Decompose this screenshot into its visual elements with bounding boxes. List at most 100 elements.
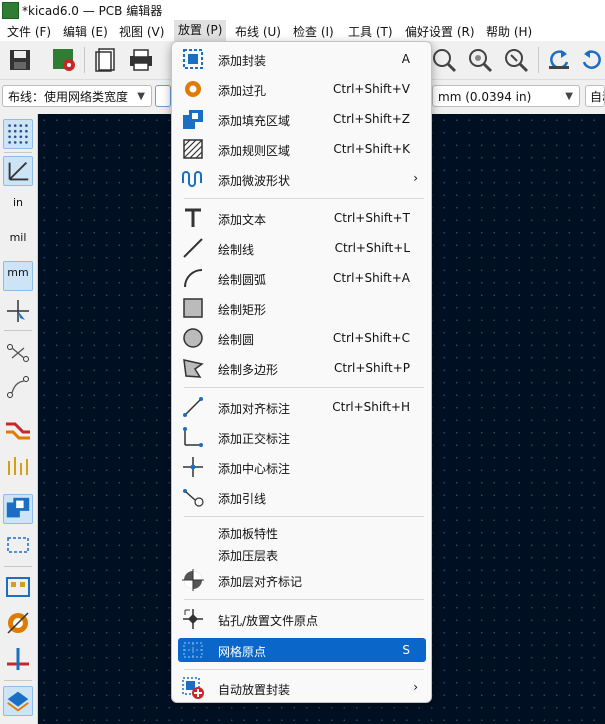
menu-item-add-leader[interactable]: 添加引线 — [178, 485, 426, 509]
track-display-icon[interactable] — [3, 414, 33, 444]
via-display-icon[interactable] — [3, 451, 33, 481]
units-mil-label: mil — [9, 231, 27, 244]
menu-help[interactable]: 帮助 (H) — [486, 23, 532, 40]
units-mm-button[interactable]: mm — [3, 261, 33, 291]
high-contrast-icon[interactable] — [3, 644, 33, 674]
menu-item-shortcut: A — [401, 52, 410, 66]
menu-item-shortcut: Ctrl+Shift+Z — [333, 112, 410, 126]
menu-item-draw-line[interactable]: 绘制线 Ctrl+Shift+L — [178, 236, 426, 260]
chevron-down-icon: ▼ — [137, 91, 145, 102]
zone-display-icon[interactable] — [3, 494, 33, 524]
menu-separator — [184, 599, 424, 600]
menu-view[interactable]: 视图 (V) — [119, 23, 164, 40]
menu-item-add-aligned-dimension[interactable]: 添加对齐标注 Ctrl+Shift+H — [178, 395, 426, 419]
menu-item-label: 网格原点 — [218, 645, 267, 659]
track-width-value: 布线：使用网络类宽度 — [8, 90, 129, 104]
page-settings-icon[interactable] — [92, 46, 120, 74]
zone-outline-icon[interactable] — [3, 530, 33, 560]
track-width-select[interactable]: 布线：使用网络类宽度 ▼ — [2, 85, 152, 107]
menu-item-draw-polygon[interactable]: 绘制多边形 Ctrl+Shift+P — [178, 356, 426, 380]
rotate-cw-icon[interactable] — [578, 46, 605, 74]
menu-item-label: 添加填充区域 — [218, 114, 291, 128]
menu-item-label: 添加文本 — [218, 213, 267, 227]
chevron-right-icon: › — [413, 680, 418, 694]
via-outline-icon[interactable] — [3, 608, 33, 638]
ratsnest-icon[interactable] — [3, 338, 33, 368]
menu-item-add-orthogonal-dimension[interactable]: 添加正交标注 — [178, 425, 426, 449]
menu-item-add-stackup-table[interactable]: 添加压层表 — [178, 542, 426, 566]
menu-item-draw-arc[interactable]: 绘制圆弧 Ctrl+Shift+A — [178, 266, 426, 290]
menu-item-add-layer-alignment-target[interactable]: 添加层对齐标记 — [178, 568, 426, 592]
menu-separator — [184, 387, 424, 388]
zoom-fit-icon[interactable] — [430, 46, 458, 74]
drill-origin-icon — [183, 609, 203, 629]
aligned-dimension-icon — [183, 397, 203, 417]
rotate-ccw-icon[interactable] — [545, 46, 573, 74]
toolbar-separator — [4, 152, 32, 153]
zoom-selection-icon[interactable] — [502, 46, 530, 74]
menu-tools[interactable]: 工具 (T) — [348, 23, 393, 40]
menu-item-shortcut: Ctrl+Shift+L — [334, 241, 410, 255]
menu-item-drill-origin[interactable]: 钻孔/放置文件原点 — [178, 607, 426, 631]
menu-separator — [184, 516, 424, 517]
pad-display-icon[interactable] — [3, 572, 33, 602]
toolbar-separator — [4, 566, 32, 567]
menu-item-add-footprint[interactable]: 添加封装 A — [178, 47, 426, 71]
toolbar-separator — [84, 47, 85, 73]
arc-icon — [184, 269, 203, 288]
menu-item-add-rule-area[interactable]: 添加规则区域 Ctrl+Shift+K — [178, 137, 426, 161]
menu-item-draw-rectangle[interactable]: 绘制矩形 — [178, 296, 426, 320]
polygon-icon — [183, 359, 204, 378]
board-setup-icon[interactable] — [50, 46, 78, 74]
layers-manager-icon[interactable] — [3, 686, 33, 716]
menu-preferences[interactable]: 偏好设置 (R) — [405, 23, 475, 40]
cursor-crosshair-icon[interactable] — [3, 296, 33, 326]
menu-item-add-text[interactable]: 添加文本 Ctrl+Shift+T — [178, 206, 426, 230]
line-icon — [183, 238, 203, 258]
menu-item-add-zone[interactable]: 添加填充区域 Ctrl+Shift+Z — [178, 107, 426, 131]
menu-item-autoplace-footprints[interactable]: 自动放置封装 › — [178, 676, 426, 700]
grid-select[interactable]: mm (0.0394 in) ▼ — [432, 85, 580, 107]
orthogonal-dimension-icon — [183, 427, 203, 447]
menu-item-shortcut: S — [402, 643, 410, 657]
menu-inspect[interactable]: 检查 (I) — [293, 23, 334, 40]
zoom-select[interactable]: 自动 — [585, 85, 605, 107]
units-mil-button[interactable]: mil — [3, 227, 33, 257]
menu-bar: 文件 (F) 编辑 (E) 视图 (V) 放置 (P) 布线 (U) 检查 (I… — [0, 20, 605, 41]
menu-route[interactable]: 布线 (U) — [235, 23, 281, 40]
units-inch-label: in — [12, 196, 24, 209]
zoom-value: 自动 — [590, 90, 604, 104]
menu-item-shortcut: Ctrl+Shift+V — [333, 82, 410, 96]
grid-toggle-icon[interactable] — [3, 119, 33, 149]
polar-coords-icon[interactable] — [3, 156, 33, 186]
curved-ratsnest-icon[interactable] — [3, 372, 33, 402]
menu-item-add-via[interactable]: 添加过孔 Ctrl+Shift+V — [178, 77, 426, 101]
text-icon — [185, 208, 201, 227]
place-menu: 添加封装 A 添加过孔 Ctrl+Shift+V 添加填充区域 Ctrl+Shi… — [171, 41, 432, 703]
grid-value: mm (0.0394 in) — [438, 90, 532, 104]
menu-item-add-board-characteristics[interactable]: 添加板特性 — [178, 520, 426, 544]
menu-item-label: 绘制圆 — [218, 333, 255, 347]
units-inch-button[interactable]: in — [3, 192, 33, 222]
menu-item-shortcut: Ctrl+Shift+P — [334, 361, 410, 375]
menu-item-label: 添加正交标注 — [218, 432, 291, 446]
via-icon — [185, 81, 201, 97]
menu-item-draw-circle[interactable]: 绘制圆 Ctrl+Shift+C — [178, 326, 426, 350]
menu-item-label: 自动放置封装 — [218, 683, 291, 697]
via-size-select[interactable] — [155, 85, 171, 107]
menu-item-grid-origin[interactable]: 网格原点 S — [178, 638, 426, 662]
menu-item-label: 绘制多边形 — [218, 363, 279, 377]
menu-edit[interactable]: 编辑 (E) — [63, 23, 108, 40]
left-toolbar: in mil mm — [0, 114, 38, 724]
menu-place[interactable]: 放置 (P) — [174, 20, 227, 41]
menu-item-add-microwave[interactable]: 添加微波形状 › — [178, 167, 426, 191]
menu-file[interactable]: 文件 (F) — [7, 23, 51, 40]
zoom-objects-icon[interactable] — [466, 46, 494, 74]
rule-area-icon — [183, 139, 203, 159]
circle-icon — [183, 328, 203, 348]
save-icon[interactable] — [6, 46, 34, 74]
menu-item-add-center-dimension[interactable]: 添加中心标注 — [178, 455, 426, 479]
print-icon[interactable] — [127, 46, 155, 74]
menu-item-label: 绘制矩形 — [218, 303, 267, 317]
menu-item-label: 添加板特性 — [218, 527, 279, 541]
